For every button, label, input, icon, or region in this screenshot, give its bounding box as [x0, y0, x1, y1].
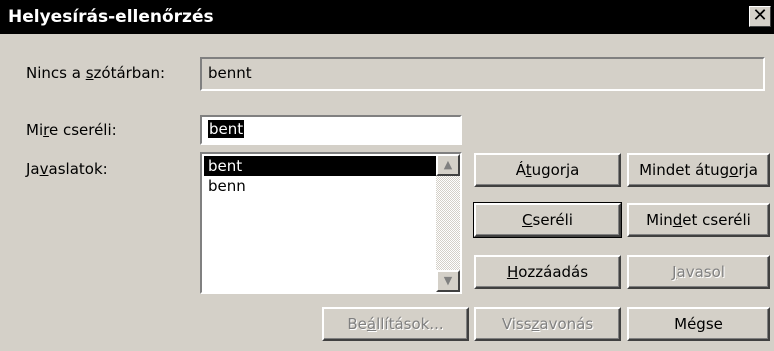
change-all-button[interactable]: Mindet cseréli — [627, 203, 770, 237]
suggestions-label: Javaslatok: — [26, 160, 108, 178]
scroll-up-button[interactable]: ▲ — [436, 154, 460, 176]
suggestion-item[interactable]: benn — [204, 176, 246, 196]
suggestions-scrollbar[interactable]: ▲ ▼ — [436, 154, 460, 292]
ignore-button[interactable]: Átugorja — [474, 153, 621, 187]
options-button[interactable]: Beállítások... — [322, 307, 469, 341]
suggest-button[interactable]: Javasol — [627, 255, 770, 289]
not-in-dictionary-label: Nincs a szótárban: — [26, 64, 166, 82]
change-button[interactable]: Cseréli — [473, 202, 622, 238]
add-button[interactable]: Hozzáadás — [474, 255, 621, 289]
close-button[interactable]: ✕ — [749, 6, 771, 27]
replace-with-value: bent — [208, 120, 245, 138]
window-title: Helyesírás-ellenőrzés — [8, 7, 214, 27]
replace-with-label: Mire cseréli: — [26, 121, 117, 139]
arrow-down-icon: ▼ — [443, 274, 453, 287]
replace-with-input[interactable]: bent — [200, 115, 462, 145]
scroll-down-button[interactable]: ▼ — [436, 270, 460, 292]
ignore-all-button[interactable]: Mindet átugorja — [627, 153, 770, 187]
not-in-dictionary-value: bennt — [208, 64, 252, 82]
cancel-button[interactable]: Mégse — [627, 307, 770, 341]
not-in-dictionary-field: bennt — [200, 57, 765, 91]
suggestion-item[interactable]: bent — [204, 156, 436, 176]
title-bar: Helyesírás-ellenőrzés ✕ — [0, 0, 774, 34]
arrow-up-icon: ▲ — [443, 158, 453, 171]
suggestions-list[interactable]: bent benn ▲ ▼ — [200, 152, 462, 294]
close-icon: ✕ — [752, 5, 768, 26]
undo-button[interactable]: Visszavonás — [474, 307, 621, 341]
